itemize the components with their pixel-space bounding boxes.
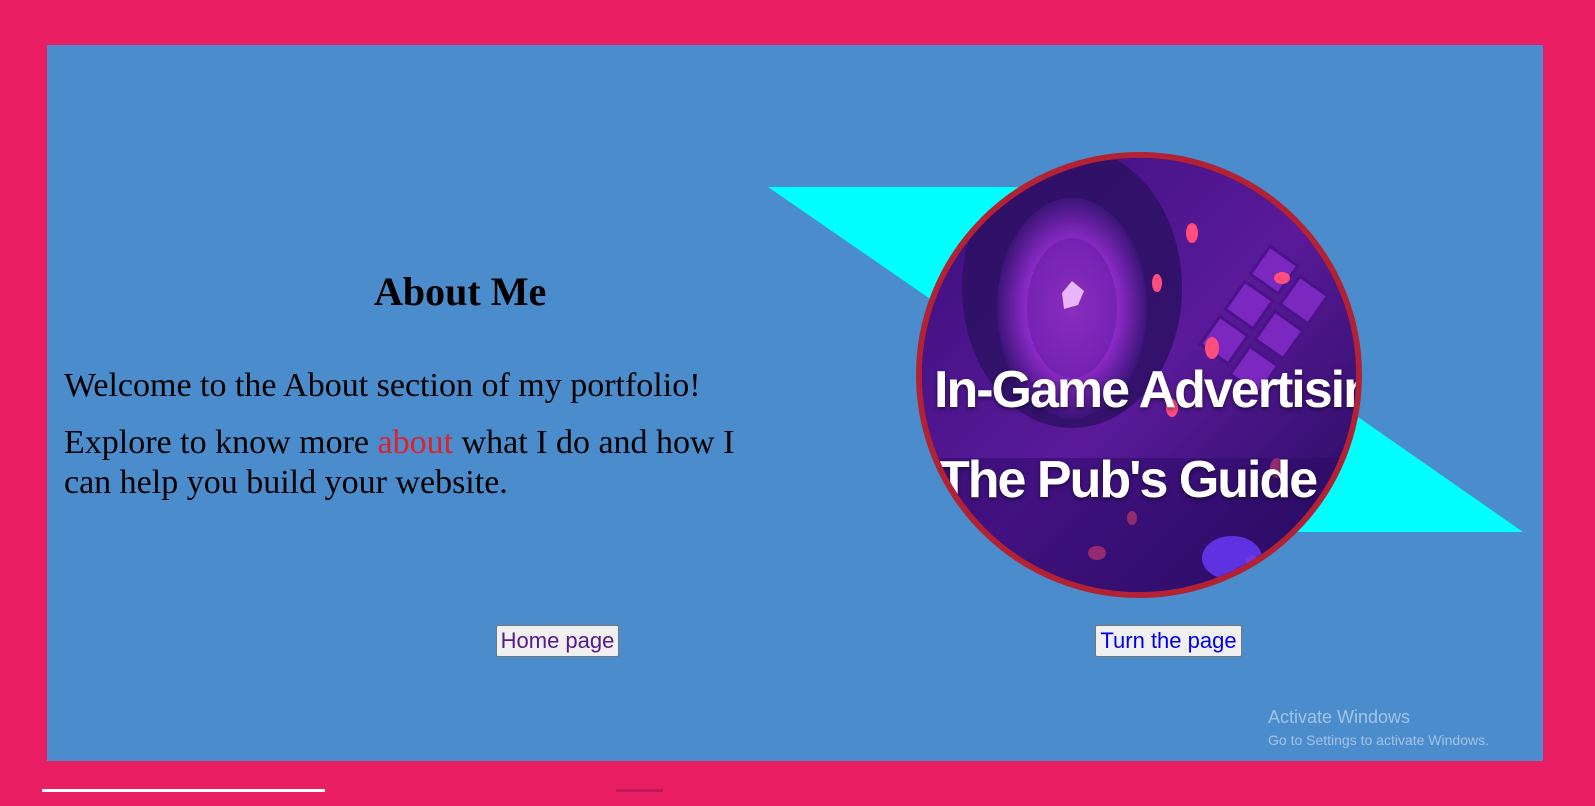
watermark-title: Activate Windows	[1268, 707, 1411, 727]
intro-text: Welcome to the About section of my portf…	[64, 367, 701, 404]
image-caption-line2: The Pub's Guide	[938, 451, 1318, 509]
bottom-strip	[0, 792, 1595, 806]
featured-image: In-Game Advertising: The Pub's Guide	[916, 152, 1362, 598]
taskbar-marker	[616, 789, 663, 792]
explore-text: Explore to know more about what I do and…	[64, 423, 774, 503]
turn-the-page-button[interactable]: Turn the page	[1095, 625, 1242, 657]
windows-activation-watermark: Activate Windows Go to Settings to activ…	[1268, 707, 1489, 748]
about-highlight: about	[377, 424, 454, 461]
watermark-subtitle: Go to Settings to activate Windows.	[1268, 732, 1489, 748]
home-page-button[interactable]: Home page	[496, 625, 619, 657]
taskbar-indicator	[42, 789, 325, 792]
image-caption-line1: In-Game Advertising:	[934, 361, 1356, 419]
page-title: About Me	[374, 269, 547, 314]
explore-text-start: Explore to know more	[64, 424, 378, 461]
